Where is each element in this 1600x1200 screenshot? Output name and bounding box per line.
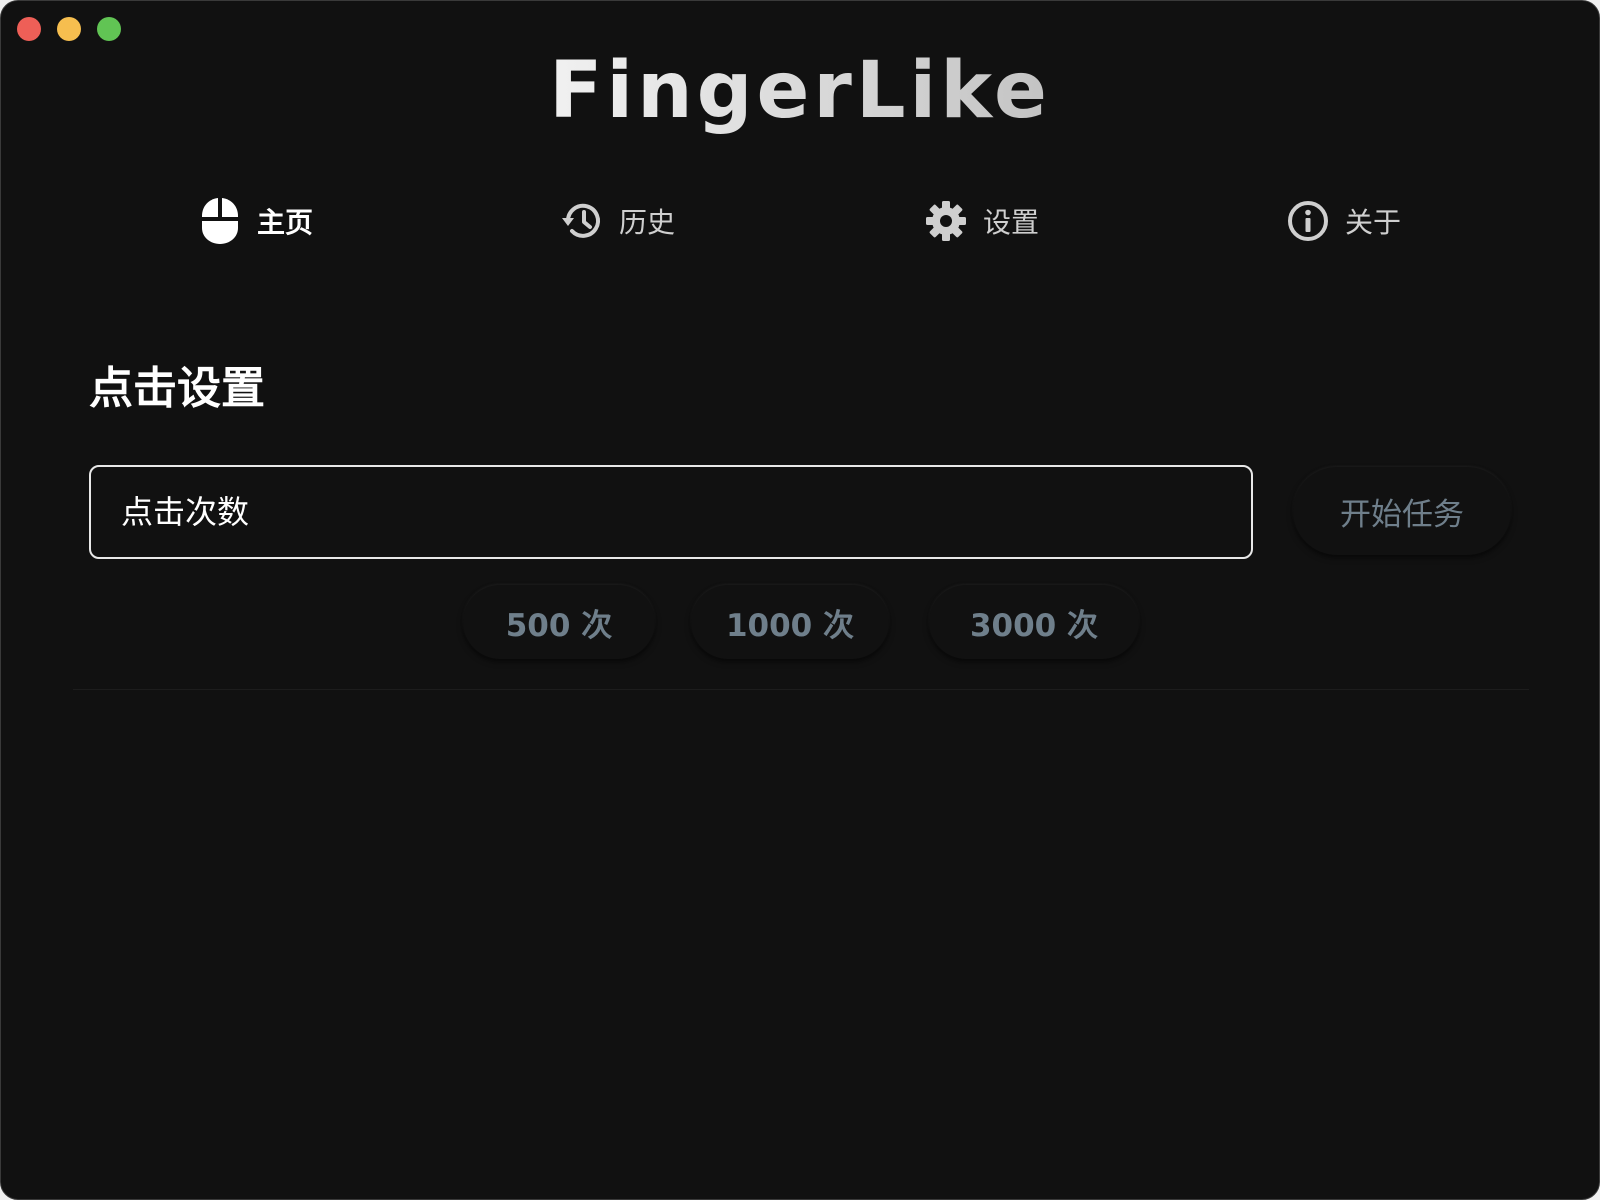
- nav-label-history: 历史: [619, 206, 676, 239]
- nav-item-about[interactable]: 关于: [1285, 193, 1401, 249]
- preset-3000-button[interactable]: 3000 次: [929, 585, 1139, 659]
- info-icon: [1285, 198, 1331, 244]
- nav-label-home: 主页: [257, 206, 314, 239]
- history-icon: [559, 198, 605, 244]
- nav-label-about: 关于: [1345, 206, 1402, 239]
- window-minimize-button[interactable]: [57, 17, 81, 41]
- preset-500-button[interactable]: 500 次: [463, 585, 655, 659]
- window-maximize-button[interactable]: [97, 17, 121, 41]
- click-count-input[interactable]: [89, 465, 1253, 559]
- preset-group: 500 次 1000 次 3000 次: [1, 585, 1599, 661]
- nav-label-settings: 设置: [983, 206, 1040, 239]
- nav-item-history[interactable]: 历史: [559, 193, 675, 249]
- gear-icon: [923, 198, 969, 244]
- nav-item-home[interactable]: 主页: [197, 193, 313, 249]
- nav-item-settings[interactable]: 设置: [923, 193, 1039, 249]
- window-close-button[interactable]: [17, 17, 41, 41]
- app-window: FingerLike 主页 历史 设置 关于 点击设置 点击次数 开始任务 50…: [0, 0, 1600, 1200]
- start-task-button[interactable]: 开始任务: [1293, 467, 1511, 555]
- main-nav: 主页 历史 设置 关于: [1, 193, 1599, 249]
- divider: [73, 689, 1529, 690]
- section-title: 点击设置: [89, 363, 265, 414]
- app-title: FingerLike: [1, 43, 1599, 139]
- mouse-icon: [197, 198, 243, 244]
- preset-1000-button[interactable]: 1000 次: [691, 585, 889, 659]
